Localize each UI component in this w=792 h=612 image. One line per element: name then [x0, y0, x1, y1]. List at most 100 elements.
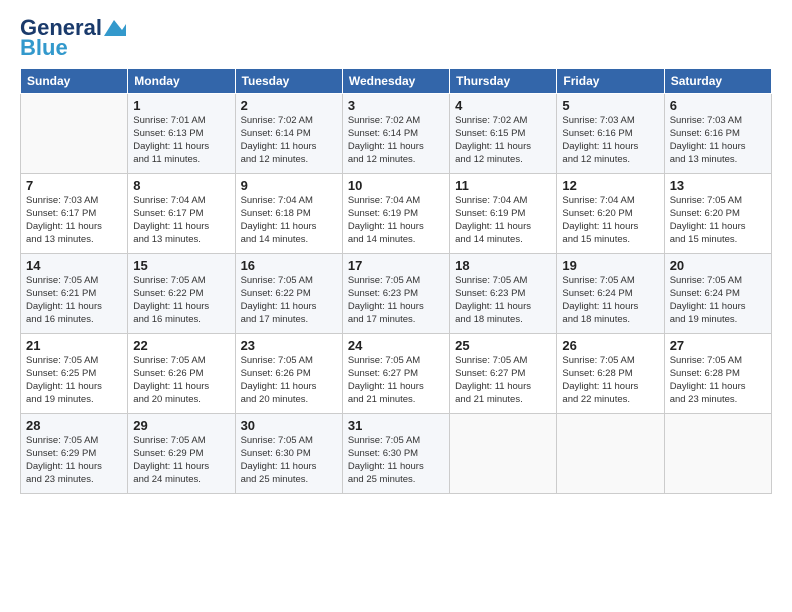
calendar-cell [450, 414, 557, 494]
cell-info-text: Sunrise: 7:05 AM Sunset: 6:22 PM Dayligh… [133, 275, 229, 326]
calendar-table: SundayMondayTuesdayWednesdayThursdayFrid… [20, 68, 772, 494]
calendar-cell: 13 Sunrise: 7:05 AM Sunset: 6:20 PM Dayli… [664, 174, 771, 254]
cell-day-number: 11 [455, 178, 551, 193]
calendar-cell: 26Sunrise: 7:05 AM Sunset: 6:28 PM Dayli… [557, 334, 664, 414]
weekday-header-tuesday: Tuesday [235, 69, 342, 94]
logo-bird-icon [104, 20, 126, 36]
cell-info-text: Sunrise: 7:01 AM Sunset: 6:13 PM Dayligh… [133, 115, 229, 166]
cell-day-number: 18 [455, 258, 551, 273]
calendar-cell: 24 Sunrise: 7:05 AM Sunset: 6:27 PM Dayli… [342, 334, 449, 414]
cell-day-number: 30 [241, 418, 337, 433]
cell-info-text: Sunrise: 7:05 AM Sunset: 6:29 PM Dayligh… [26, 435, 122, 486]
cell-info-text: Sunrise: 7:05 AM Sunset: 6:23 PM Dayligh… [348, 275, 444, 326]
calendar-cell: 11Sunrise: 7:04 AM Sunset: 6:19 PM Dayli… [450, 174, 557, 254]
calendar-cell: 16 Sunrise: 7:05 AM Sunset: 6:22 PM Dayli… [235, 254, 342, 334]
cell-info-text: Sunrise: 7:03 AM Sunset: 6:16 PM Dayligh… [670, 115, 766, 166]
cell-day-number: 19 [562, 258, 658, 273]
cell-day-number: 4 [455, 98, 551, 113]
cell-day-number: 28 [26, 418, 122, 433]
cell-info-text: Sunrise: 7:03 AM Sunset: 6:17 PM Dayligh… [26, 195, 122, 246]
cell-day-number: 2 [241, 98, 337, 113]
calendar-cell: 6 Sunrise: 7:03 AM Sunset: 6:16 PM Daylig… [664, 94, 771, 174]
cell-day-number: 1 [133, 98, 229, 113]
cell-day-number: 13 [670, 178, 766, 193]
calendar-cell: 3Sunrise: 7:02 AM Sunset: 6:14 PM Daylig… [342, 94, 449, 174]
calendar-cell: 18 Sunrise: 7:05 AM Sunset: 6:23 PM Dayli… [450, 254, 557, 334]
logo-blue: Blue [20, 36, 68, 60]
cell-day-number: 31 [348, 418, 444, 433]
calendar-cell: 21 Sunrise: 7:05 AM Sunset: 6:25 PM Dayli… [21, 334, 128, 414]
weekday-header-saturday: Saturday [664, 69, 771, 94]
calendar-cell [21, 94, 128, 174]
cell-day-number: 24 [348, 338, 444, 353]
cell-info-text: Sunrise: 7:04 AM Sunset: 6:18 PM Dayligh… [241, 195, 337, 246]
calendar-cell [557, 414, 664, 494]
cell-info-text: Sunrise: 7:05 AM Sunset: 6:26 PM Dayligh… [133, 355, 229, 406]
cell-day-number: 26 [562, 338, 658, 353]
calendar-cell: 9 Sunrise: 7:04 AM Sunset: 6:18 PM Daylig… [235, 174, 342, 254]
cell-info-text: Sunrise: 7:05 AM Sunset: 6:22 PM Dayligh… [241, 275, 337, 326]
cell-day-number: 23 [241, 338, 337, 353]
weekday-header-monday: Monday [128, 69, 235, 94]
cell-info-text: Sunrise: 7:02 AM Sunset: 6:15 PM Dayligh… [455, 115, 551, 166]
page: General Blue SundayMondayTuesdayWednesda… [0, 0, 792, 612]
cell-info-text: Sunrise: 7:02 AM Sunset: 6:14 PM Dayligh… [241, 115, 337, 166]
cell-day-number: 16 [241, 258, 337, 273]
cell-info-text: Sunrise: 7:05 AM Sunset: 6:29 PM Dayligh… [133, 435, 229, 486]
cell-day-number: 8 [133, 178, 229, 193]
calendar-week-row: 21 Sunrise: 7:05 AM Sunset: 6:25 PM Dayli… [21, 334, 772, 414]
cell-day-number: 25 [455, 338, 551, 353]
cell-info-text: Sunrise: 7:05 AM Sunset: 6:28 PM Dayligh… [670, 355, 766, 406]
calendar-cell: 22Sunrise: 7:05 AM Sunset: 6:26 PM Dayli… [128, 334, 235, 414]
cell-day-number: 12 [562, 178, 658, 193]
calendar-cell: 7 Sunrise: 7:03 AM Sunset: 6:17 PM Daylig… [21, 174, 128, 254]
cell-info-text: Sunrise: 7:04 AM Sunset: 6:20 PM Dayligh… [562, 195, 658, 246]
cell-day-number: 20 [670, 258, 766, 273]
cell-info-text: Sunrise: 7:05 AM Sunset: 6:23 PM Dayligh… [455, 275, 551, 326]
cell-info-text: Sunrise: 7:05 AM Sunset: 6:21 PM Dayligh… [26, 275, 122, 326]
cell-day-number: 10 [348, 178, 444, 193]
calendar-cell: 2 Sunrise: 7:02 AM Sunset: 6:14 PM Daylig… [235, 94, 342, 174]
cell-info-text: Sunrise: 7:05 AM Sunset: 6:30 PM Dayligh… [241, 435, 337, 486]
cell-info-text: Sunrise: 7:05 AM Sunset: 6:24 PM Dayligh… [670, 275, 766, 326]
logo: General Blue [20, 16, 126, 60]
cell-info-text: Sunrise: 7:04 AM Sunset: 6:19 PM Dayligh… [348, 195, 444, 246]
cell-day-number: 7 [26, 178, 122, 193]
cell-day-number: 15 [133, 258, 229, 273]
cell-info-text: Sunrise: 7:05 AM Sunset: 6:20 PM Dayligh… [670, 195, 766, 246]
calendar-cell: 27Sunrise: 7:05 AM Sunset: 6:28 PM Dayli… [664, 334, 771, 414]
cell-info-text: Sunrise: 7:05 AM Sunset: 6:27 PM Dayligh… [348, 355, 444, 406]
calendar-week-row: 14 Sunrise: 7:05 AM Sunset: 6:21 PM Dayli… [21, 254, 772, 334]
cell-day-number: 5 [562, 98, 658, 113]
calendar-cell: 31 Sunrise: 7:05 AM Sunset: 6:30 PM Dayli… [342, 414, 449, 494]
header: General Blue [20, 16, 772, 60]
calendar-cell: 1 Sunrise: 7:01 AM Sunset: 6:13 PM Daylig… [128, 94, 235, 174]
cell-day-number: 9 [241, 178, 337, 193]
cell-info-text: Sunrise: 7:05 AM Sunset: 6:27 PM Dayligh… [455, 355, 551, 406]
calendar-week-row: 1 Sunrise: 7:01 AM Sunset: 6:13 PM Daylig… [21, 94, 772, 174]
calendar-cell: 8Sunrise: 7:04 AM Sunset: 6:17 PM Daylig… [128, 174, 235, 254]
calendar-cell: 10 Sunrise: 7:04 AM Sunset: 6:19 PM Dayli… [342, 174, 449, 254]
calendar-cell: 19 Sunrise: 7:05 AM Sunset: 6:24 PM Dayli… [557, 254, 664, 334]
calendar-cell: 5 Sunrise: 7:03 AM Sunset: 6:16 PM Daylig… [557, 94, 664, 174]
weekday-header-friday: Friday [557, 69, 664, 94]
cell-info-text: Sunrise: 7:05 AM Sunset: 6:25 PM Dayligh… [26, 355, 122, 406]
calendar-cell: 25 Sunrise: 7:05 AM Sunset: 6:27 PM Dayli… [450, 334, 557, 414]
cell-info-text: Sunrise: 7:05 AM Sunset: 6:24 PM Dayligh… [562, 275, 658, 326]
cell-info-text: Sunrise: 7:05 AM Sunset: 6:26 PM Dayligh… [241, 355, 337, 406]
calendar-cell: 12 Sunrise: 7:04 AM Sunset: 6:20 PM Dayli… [557, 174, 664, 254]
cell-info-text: Sunrise: 7:05 AM Sunset: 6:30 PM Dayligh… [348, 435, 444, 486]
calendar-week-row: 7 Sunrise: 7:03 AM Sunset: 6:17 PM Daylig… [21, 174, 772, 254]
cell-info-text: Sunrise: 7:02 AM Sunset: 6:14 PM Dayligh… [348, 115, 444, 166]
weekday-header-thursday: Thursday [450, 69, 557, 94]
calendar-cell: 17Sunrise: 7:05 AM Sunset: 6:23 PM Dayli… [342, 254, 449, 334]
calendar-cell: 20 Sunrise: 7:05 AM Sunset: 6:24 PM Dayli… [664, 254, 771, 334]
cell-day-number: 21 [26, 338, 122, 353]
cell-day-number: 6 [670, 98, 766, 113]
calendar-header-row: SundayMondayTuesdayWednesdayThursdayFrid… [21, 69, 772, 94]
cell-info-text: Sunrise: 7:03 AM Sunset: 6:16 PM Dayligh… [562, 115, 658, 166]
weekday-header-wednesday: Wednesday [342, 69, 449, 94]
calendar-week-row: 28 Sunrise: 7:05 AM Sunset: 6:29 PM Dayli… [21, 414, 772, 494]
cell-day-number: 14 [26, 258, 122, 273]
calendar-cell: 4 Sunrise: 7:02 AM Sunset: 6:15 PM Daylig… [450, 94, 557, 174]
